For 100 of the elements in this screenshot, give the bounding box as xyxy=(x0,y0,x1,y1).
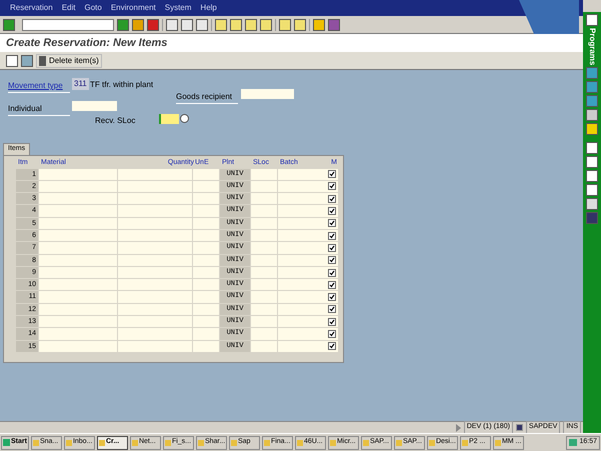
unit-cell[interactable] xyxy=(193,304,219,316)
sloc-cell[interactable] xyxy=(251,242,277,254)
batch-cell[interactable] xyxy=(278,328,338,340)
delete-items-button[interactable]: Delete item(s) xyxy=(36,54,102,68)
unit-cell[interactable] xyxy=(193,168,219,180)
batch-cell[interactable] xyxy=(278,218,338,229)
batch-cell[interactable] xyxy=(278,180,338,192)
quantity-cell[interactable] xyxy=(118,328,192,340)
unit-cell[interactable] xyxy=(193,218,219,229)
sloc-cell[interactable] xyxy=(251,218,277,229)
field-label[interactable]: Movement type xyxy=(8,80,70,93)
batch-cell[interactable] xyxy=(278,291,338,303)
material-cell[interactable] xyxy=(39,340,117,352)
material-cell[interactable] xyxy=(39,304,117,316)
sloc-cell[interactable] xyxy=(251,304,277,316)
unit-cell[interactable] xyxy=(193,266,219,278)
individual-field[interactable] xyxy=(72,101,117,111)
sloc-cell[interactable] xyxy=(251,205,277,217)
material-cell[interactable] xyxy=(39,254,117,266)
quantity-cell[interactable] xyxy=(118,316,192,328)
checkbox[interactable] xyxy=(328,293,336,302)
batch-cell[interactable] xyxy=(278,279,338,290)
material-cell[interactable] xyxy=(39,205,117,217)
quantity-cell[interactable] xyxy=(118,291,192,303)
material-cell[interactable] xyxy=(39,168,117,180)
checkbox[interactable] xyxy=(328,207,336,216)
batch-cell[interactable] xyxy=(278,205,338,217)
quantity-cell[interactable] xyxy=(118,304,192,316)
movement-type-field[interactable]: 311 xyxy=(72,78,89,90)
unit-cell[interactable] xyxy=(193,291,219,303)
batch-cell[interactable] xyxy=(278,266,338,278)
material-cell[interactable] xyxy=(39,291,117,303)
sloc-cell[interactable] xyxy=(251,291,277,303)
sloc-cell[interactable] xyxy=(251,328,277,340)
checkbox[interactable] xyxy=(328,182,336,190)
batch-cell[interactable] xyxy=(278,304,338,316)
sloc-cell[interactable] xyxy=(251,180,277,192)
checkbox[interactable] xyxy=(328,219,336,228)
screen-title: Create Reservation: New Items xyxy=(6,36,168,51)
unit-cell[interactable] xyxy=(193,180,219,192)
sloc-cell[interactable] xyxy=(251,193,277,204)
checkbox[interactable] xyxy=(328,256,336,264)
checkbox[interactable] xyxy=(328,305,336,314)
material-cell[interactable] xyxy=(39,218,117,229)
unit-cell[interactable] xyxy=(193,340,219,352)
unit-cell[interactable] xyxy=(193,328,219,340)
quantity-cell[interactable] xyxy=(118,168,192,180)
quantity-cell[interactable] xyxy=(118,279,192,290)
checkbox[interactable] xyxy=(328,170,336,178)
material-cell[interactable] xyxy=(39,279,117,290)
sloc-cell[interactable] xyxy=(251,254,277,266)
sloc-cell[interactable] xyxy=(251,266,277,278)
batch-cell[interactable] xyxy=(278,242,338,254)
quantity-cell[interactable] xyxy=(118,266,192,278)
material-cell[interactable] xyxy=(39,316,117,328)
checkbox[interactable] xyxy=(328,342,336,350)
quantity-cell[interactable] xyxy=(118,218,192,229)
batch-cell[interactable] xyxy=(278,193,338,204)
batch-cell[interactable] xyxy=(278,168,338,180)
quantity-cell[interactable] xyxy=(118,254,192,266)
unit-cell[interactable] xyxy=(193,279,219,290)
quantity-cell[interactable] xyxy=(118,205,192,217)
menu-item[interactable]: Goto xyxy=(84,2,102,14)
quantity-cell[interactable] xyxy=(118,242,192,254)
sloc-cell[interactable] xyxy=(251,340,277,352)
unit-cell[interactable] xyxy=(193,193,219,204)
batch-cell[interactable] xyxy=(278,230,338,242)
quantity-cell[interactable] xyxy=(118,180,192,192)
material-cell[interactable] xyxy=(39,180,117,192)
material-cell[interactable] xyxy=(39,328,117,340)
unit-cell[interactable] xyxy=(193,230,219,242)
goods-recipient-field[interactable] xyxy=(241,89,294,99)
sloc-cell[interactable] xyxy=(251,279,277,290)
menu-item[interactable]: Help xyxy=(200,2,217,14)
batch-cell[interactable] xyxy=(278,316,338,328)
programs-label[interactable]: Programs xyxy=(586,28,598,66)
sloc-cell[interactable] xyxy=(251,168,277,180)
menu-item[interactable]: Environment xyxy=(110,2,156,14)
command-field[interactable] xyxy=(22,18,114,30)
material-cell[interactable] xyxy=(39,193,117,204)
material-cell[interactable] xyxy=(39,242,117,254)
unit-cell[interactable] xyxy=(193,316,219,328)
recv-sloc-field[interactable] xyxy=(159,114,179,124)
quantity-cell[interactable] xyxy=(118,340,192,352)
batch-cell[interactable] xyxy=(278,254,338,266)
sloc-cell[interactable] xyxy=(251,230,277,242)
menu-item[interactable]: Edit xyxy=(62,2,76,14)
field-label: Individual xyxy=(8,103,70,116)
quantity-cell[interactable] xyxy=(118,230,192,242)
unit-cell[interactable] xyxy=(193,242,219,254)
menu-item[interactable]: System xyxy=(164,2,192,14)
menu-item[interactable]: Reservation xyxy=(10,2,53,14)
unit-cell[interactable] xyxy=(193,254,219,266)
material-cell[interactable] xyxy=(39,230,117,242)
material-cell[interactable] xyxy=(39,266,117,278)
batch-cell[interactable] xyxy=(278,340,338,352)
checkbox[interactable] xyxy=(328,330,336,338)
unit-cell[interactable] xyxy=(193,205,219,217)
sloc-cell[interactable] xyxy=(251,316,277,328)
quantity-cell[interactable] xyxy=(118,193,192,204)
